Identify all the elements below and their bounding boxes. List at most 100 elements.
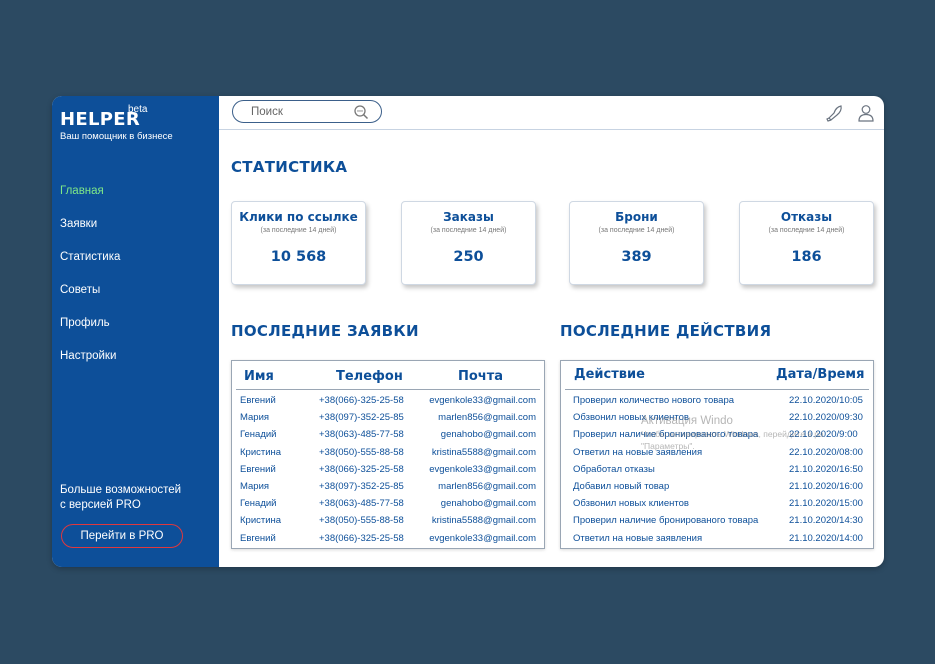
search-icon[interactable] — [353, 104, 369, 120]
cell-phone: +38(097)-352-25-85 — [319, 480, 404, 492]
recent-actions-title: ПОСЛЕДНИЕ ДЕЙСТВИЯ — [560, 322, 772, 340]
table-row[interactable]: Евгений +38(066)-325-25-58 evgenkole33@gma… — [232, 461, 544, 478]
recent-actions-table: Действие Дата/Время Проверил количество … — [560, 360, 874, 549]
column-phone: Телефон — [336, 369, 403, 384]
sidebar-item-tips[interactable]: Советы — [60, 283, 120, 316]
sidebar-item-statistics[interactable]: Статистика — [60, 250, 120, 283]
stat-card-period: (за последние 14 дней) — [260, 227, 337, 234]
sidebar-item-profile[interactable]: Профиль — [60, 316, 120, 349]
stat-card-title: Отказы — [780, 210, 833, 224]
column-name: Имя — [244, 369, 274, 384]
user-icon[interactable] — [856, 103, 876, 123]
sidebar-item-home[interactable]: Главная — [60, 184, 120, 217]
cell-name: Генадий — [240, 498, 277, 510]
table-body: Проверил количество нового товара 22.10.2… — [561, 392, 873, 547]
stat-card-title: Клики по ссылке — [239, 210, 358, 224]
cell-name: Генадий — [240, 429, 277, 441]
main-content: СТАТИСТИКА Клики по ссылке (за последние… — [219, 130, 884, 567]
stat-card-refusals: Отказы (за последние 14 дней) 186 — [739, 201, 874, 285]
cell-datetime: 21.10.2020/15:00 — [789, 498, 863, 510]
stat-card-period: (за последние 14 дней) — [430, 227, 507, 234]
cell-datetime: 22.10.2020/09:30 — [789, 412, 863, 424]
cell-phone: +38(063)-485-77-58 — [319, 429, 404, 441]
table-row[interactable]: Проверил наличие бронированого товара 22.… — [561, 426, 873, 443]
cell-phone: +38(097)-352-25-85 — [319, 412, 404, 424]
table-row[interactable]: Обзвонил новых клиентов 22.10.2020/09:30 — [561, 409, 873, 426]
table-row[interactable]: Ответил на новые заявления 21.10.2020/14:… — [561, 530, 873, 547]
cell-email: kristina5588@gmail.com — [431, 446, 536, 458]
table-row[interactable]: Мария +38(097)-352-25-85 marlen856@gmail.c… — [232, 478, 544, 495]
cell-name: Кристина — [240, 515, 282, 527]
statistics-title: СТАТИСТИКА — [231, 158, 348, 176]
cell-email: evgenkole33@gmail.com — [429, 463, 536, 475]
table-row[interactable]: Мария +38(097)-352-25-85 marlen856@gmail.c… — [232, 409, 544, 426]
cell-datetime: 22.10.2020/9:00 — [789, 429, 858, 441]
cell-action: Обзвонил новых клиентов — [573, 412, 689, 424]
cell-action: Обработал отказы — [573, 463, 655, 475]
column-action: Действие — [574, 367, 645, 382]
table-row[interactable]: Генадий +38(063)-485-77-58 genahobo@gmail.… — [232, 426, 544, 443]
cell-name: Мария — [240, 480, 270, 492]
table-row[interactable]: Кристина +38(050)-555-88-58 kristina5588@g… — [232, 444, 544, 461]
cell-action: Обзвонил новых клиентов — [573, 498, 689, 510]
table-row[interactable]: Генадий +38(063)-485-77-58 genahobo@gmail.… — [232, 495, 544, 512]
recent-requests-table: Имя Телефон Почта Евгений +38(066)-325-25… — [231, 360, 545, 549]
cell-phone: +38(066)-325-25-58 — [319, 395, 404, 406]
table-row[interactable]: Добавил новый товар 21.10.2020/16:00 — [561, 478, 873, 495]
table-row[interactable]: Обработал отказы 21.10.2020/16:50 — [561, 461, 873, 478]
stat-card-value: 250 — [453, 249, 484, 265]
cell-email: marlen856@gmail.com — [438, 412, 536, 424]
cell-phone: +38(050)-555-88-58 — [319, 515, 404, 527]
table-row[interactable]: Кристина +38(050)-555-88-58 kristina5588@g… — [232, 512, 544, 529]
logo-tagline: Ваш помощник в бизнесе — [60, 131, 173, 142]
stat-card-period: (за последние 14 дней) — [598, 227, 675, 234]
stat-card-clicks: Клики по ссылке (за последние 14 дней) 1… — [231, 201, 366, 285]
sidebar-item-requests[interactable]: Заявки — [60, 217, 120, 250]
table-header: Действие Дата/Время — [565, 361, 869, 390]
topbar — [219, 96, 884, 130]
logo[interactable]: HELPER beta Ваш помощник в бизнесе — [60, 104, 173, 142]
column-datetime: Дата/Время — [776, 367, 865, 382]
cell-name: Евгений — [240, 463, 276, 475]
cell-name: Мария — [240, 412, 270, 424]
cell-datetime: 21.10.2020/16:50 — [789, 463, 863, 475]
search-input[interactable] — [249, 104, 353, 120]
cell-datetime: 22.10.2020/08:00 — [789, 446, 863, 458]
table-row[interactable]: Ответил на новые заявления 22.10.2020/08:… — [561, 444, 873, 461]
cell-action: Ответил на новые заявления — [573, 532, 703, 544]
cell-datetime: 21.10.2020/14:30 — [789, 515, 863, 527]
cell-action: Ответил на новые заявления — [573, 446, 703, 458]
cell-action: Проверил количество нового товара — [573, 395, 735, 406]
recent-requests-title: ПОСЛЕДНИЕ ЗАЯВКИ — [231, 322, 419, 340]
notification-bell-icon[interactable] — [825, 103, 845, 123]
table-row[interactable]: Проверил количество нового товара 22.10.2… — [561, 392, 873, 409]
go-pro-button[interactable]: Перейти в PRO — [61, 524, 183, 548]
table-header: Имя Телефон Почта — [236, 361, 540, 390]
cell-name: Кристина — [240, 446, 282, 458]
cell-phone: +38(050)-555-88-58 — [319, 446, 404, 458]
table-row[interactable]: Евгений +38(066)-325-25-58 evgenkole33@gma… — [232, 392, 544, 409]
stat-card-title: Заказы — [443, 210, 494, 224]
stat-card-period: (за последние 14 дней) — [768, 227, 845, 234]
table-row[interactable]: Обзвонил новых клиентов 21.10.2020/15:00 — [561, 495, 873, 512]
cell-action: Проверил наличие бронированого товара — [573, 429, 759, 441]
stat-card-title: Брони — [615, 210, 658, 224]
cell-email: evgenkole33@gmail.com — [429, 395, 536, 406]
cell-phone: +38(066)-325-25-58 — [319, 463, 404, 475]
sidebar-item-settings[interactable]: Настройки — [60, 349, 120, 382]
stat-card-bookings: Брони (за последние 14 дней) 389 — [569, 201, 704, 285]
sidebar-nav: Главная Заявки Статистика Советы Профиль… — [60, 184, 120, 382]
beta-badge: beta — [128, 104, 148, 115]
table-row[interactable]: Евгений +38(066)-325-25-58 evgenkole33@gma… — [232, 530, 544, 547]
search-box[interactable] — [232, 100, 382, 123]
stat-card-orders: Заказы (за последние 14 дней) 250 — [401, 201, 536, 285]
cell-name: Евгений — [240, 395, 276, 406]
cell-phone: +38(066)-325-25-58 — [319, 532, 404, 544]
cell-email: evgenkole33@gmail.com — [429, 532, 536, 544]
cell-name: Евгений — [240, 532, 276, 544]
column-email: Почта — [458, 369, 504, 384]
table-row[interactable]: Проверил наличие бронированого товара 21.… — [561, 512, 873, 529]
stat-card-value: 10 568 — [270, 249, 327, 265]
cell-phone: +38(063)-485-77-58 — [319, 498, 404, 510]
pro-promo-text: Больше возможностей с версией PRO — [60, 484, 182, 511]
